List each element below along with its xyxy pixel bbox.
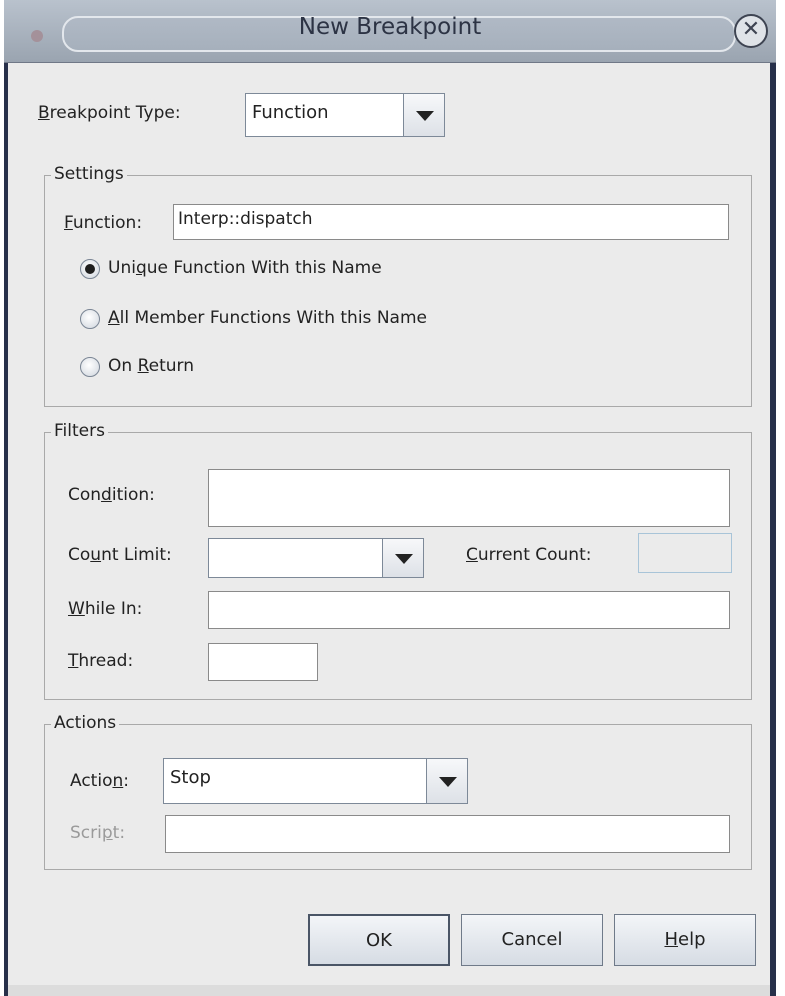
help-button-label: elp — [678, 929, 706, 950]
while-in-input[interactable] — [208, 591, 730, 629]
filters-group-title: Filters — [51, 421, 108, 441]
help-button[interactable]: Help — [614, 914, 756, 966]
thread-input[interactable] — [208, 643, 318, 681]
chevron-down-icon[interactable] — [426, 759, 467, 803]
chevron-down-icon[interactable] — [403, 94, 444, 136]
actions-group-title: Actions — [51, 713, 120, 733]
breakpoint-type-combo[interactable]: Function — [245, 93, 445, 137]
radio-unique-function-label[interactable]: Unique Function With this Name — [108, 258, 382, 278]
window-title: New Breakpoint — [298, 14, 482, 40]
dialog-content: Breakpoint Type: Function Settings Funct… — [8, 63, 770, 985]
breakpoint-type-label: Breakpoint Type: — [38, 103, 181, 123]
action-label: Action: — [70, 771, 129, 791]
while-in-label: While In: — [68, 599, 143, 619]
function-input[interactable]: Interp::dispatch — [173, 204, 729, 240]
radio-all-member-functions[interactable] — [80, 309, 100, 329]
thread-label: Thread: — [68, 651, 134, 671]
ok-button[interactable]: OK — [308, 914, 450, 966]
function-label-rest: unction: — [72, 213, 143, 233]
breakpoint-type-value: Function — [252, 102, 329, 123]
radio-all-member-functions-label[interactable]: All Member Functions With this Name — [108, 308, 427, 328]
condition-label: Condition: — [68, 485, 155, 505]
action-combo[interactable]: Stop — [163, 758, 468, 804]
script-label: Script: — [70, 823, 126, 843]
close-icon[interactable]: ✕ — [734, 14, 768, 48]
condition-input[interactable] — [208, 469, 730, 527]
radio-on-return[interactable] — [80, 357, 100, 377]
count-limit-label: Count Limit: — [68, 545, 172, 565]
chevron-down-icon[interactable] — [382, 539, 423, 577]
radio-on-return-label[interactable]: On Return — [108, 356, 194, 376]
cancel-button[interactable]: Cancel — [461, 914, 603, 966]
function-label: Function: — [64, 213, 143, 233]
action-value: Stop — [170, 767, 211, 788]
current-count-label: Current Count: — [466, 545, 592, 565]
breakpoint-type-label-rest: reakpoint Type: — [49, 103, 181, 123]
script-input[interactable] — [165, 815, 730, 853]
count-limit-combo[interactable] — [208, 538, 424, 578]
radio-unique-function[interactable] — [80, 259, 100, 279]
settings-group-title: Settings — [51, 164, 127, 184]
current-count-field — [638, 533, 732, 573]
title-bar: New Breakpoint ✕ — [4, 0, 776, 63]
dialog-bottom-edge — [8, 985, 770, 996]
